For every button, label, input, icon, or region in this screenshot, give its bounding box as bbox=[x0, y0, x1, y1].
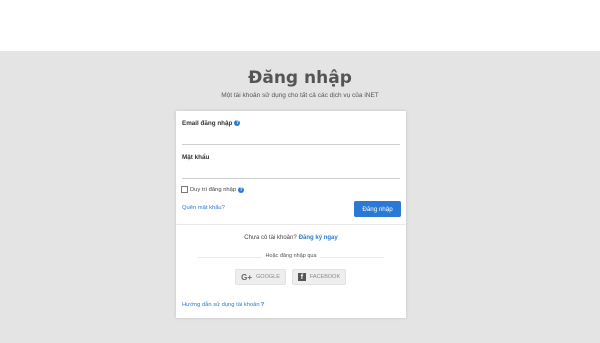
email-field[interactable] bbox=[182, 132, 400, 145]
question-icon: ? bbox=[260, 302, 265, 308]
signup-prompt-row: Chưa có tài khoản? Đăng ký ngay bbox=[176, 235, 406, 241]
account-guide-link[interactable]: Hướng dẫn sử dụng tài khoản? bbox=[182, 302, 264, 308]
divider bbox=[176, 224, 406, 225]
email-label-row: Email đăng nhập? bbox=[182, 120, 241, 127]
facebook-icon: f bbox=[297, 273, 306, 281]
signup-prompt: Chưa có tài khoản? bbox=[244, 235, 297, 241]
google-label: GOOGLE bbox=[256, 274, 280, 280]
social-divider: Hoặc đăng nhập qua bbox=[176, 253, 406, 259]
remember-me-checkbox[interactable] bbox=[181, 186, 188, 193]
login-card: Email đăng nhập? Mật khẩu Duy trì đăng n… bbox=[176, 111, 406, 318]
page-subtitle: Một tài khoản sử dụng cho tất cả các dịc… bbox=[221, 92, 379, 99]
page-title: Đăng nhập bbox=[248, 68, 352, 88]
social-divider-text: Hoặc đăng nhập qua bbox=[262, 253, 320, 259]
remember-me-label[interactable]: Duy trì đăng nhập bbox=[190, 187, 236, 193]
login-button[interactable]: Đăng nhập bbox=[354, 201, 401, 217]
help-icon[interactable]: ? bbox=[238, 186, 245, 193]
facebook-login-button[interactable]: f FACEBOOK bbox=[292, 269, 346, 285]
facebook-label: FACEBOOK bbox=[309, 274, 341, 280]
signup-link[interactable]: Đăng ký ngay bbox=[299, 235, 338, 241]
password-label: Mật khẩu bbox=[182, 154, 210, 161]
password-field[interactable] bbox=[182, 166, 400, 179]
help-icon[interactable]: ? bbox=[234, 120, 241, 127]
remember-me-row: Duy trì đăng nhập ? bbox=[181, 186, 245, 193]
forgot-password-link[interactable]: Quên mật khẩu? bbox=[182, 205, 225, 211]
email-label: Email đăng nhập bbox=[182, 120, 233, 127]
account-guide-label: Hướng dẫn sử dụng tài khoản bbox=[182, 302, 260, 308]
top-header-bar bbox=[0, 0, 600, 51]
google-icon: G+ bbox=[241, 272, 253, 282]
google-login-button[interactable]: G+ GOOGLE bbox=[235, 269, 286, 285]
